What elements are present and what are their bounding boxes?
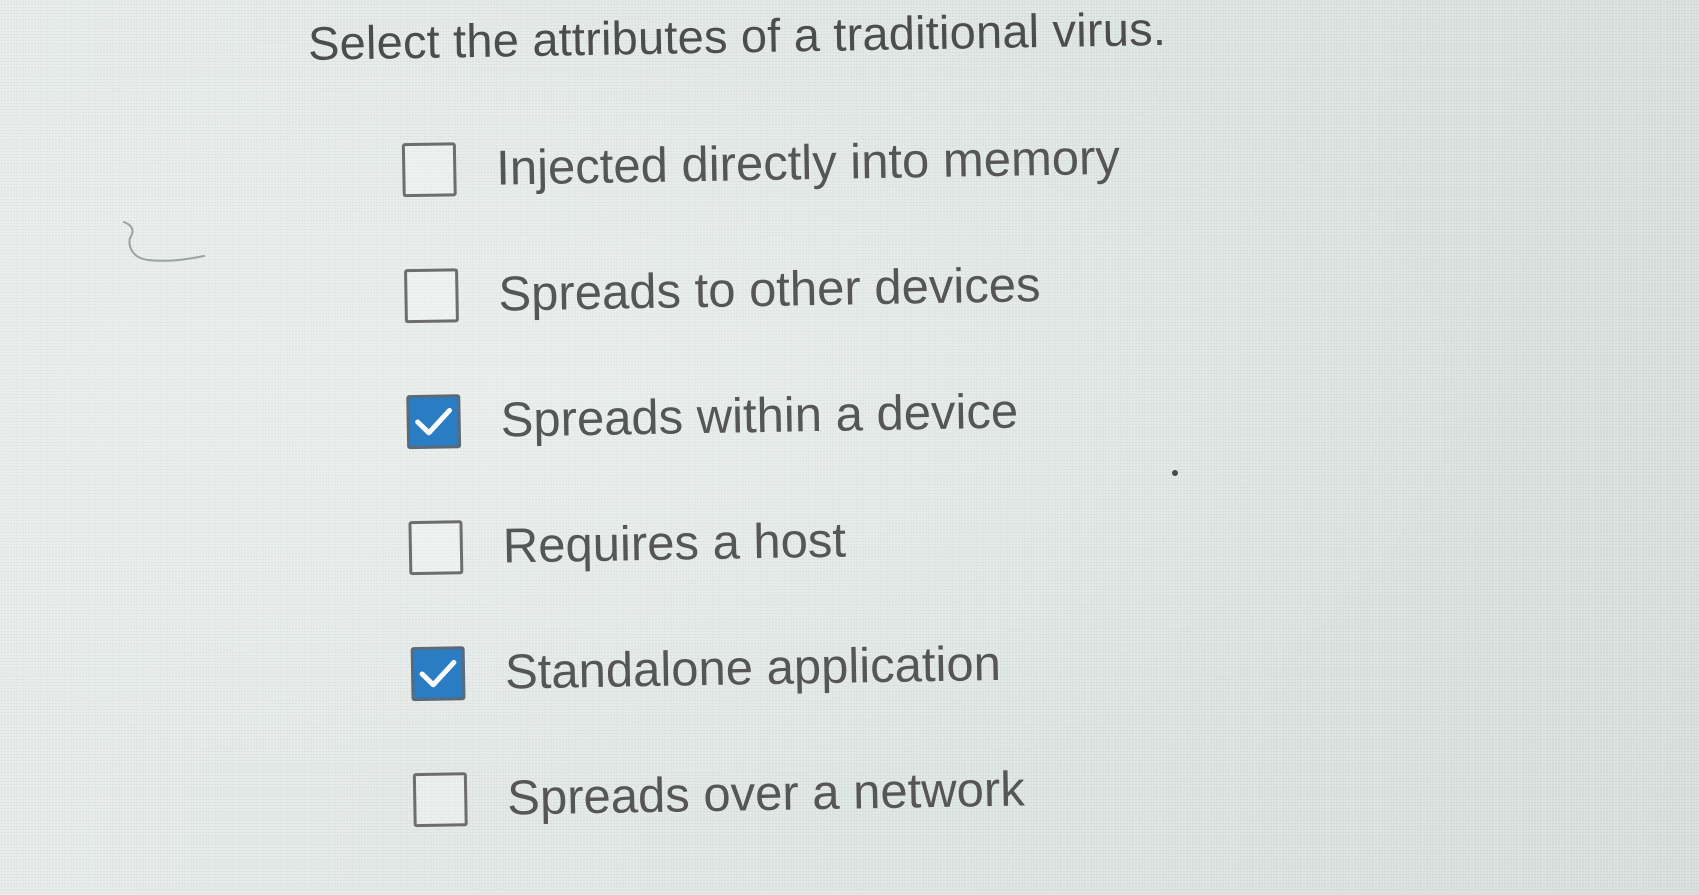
option-label: Standalone application	[504, 636, 1002, 700]
check-icon	[415, 407, 452, 436]
option-checkbox[interactable]	[406, 394, 462, 450]
option-label: Injected directly into memory	[495, 130, 1121, 196]
option-label: Requires a host	[502, 513, 847, 574]
option-row[interactable]: Spreads within a device	[406, 380, 1019, 455]
option-checkbox[interactable]	[408, 520, 464, 576]
option-label: Spreads over a network	[506, 762, 1026, 826]
question-title: Select the attributes of a traditional v…	[307, 1, 1167, 70]
option-checkbox[interactable]	[401, 142, 457, 198]
option-row[interactable]: Spreads to other devices	[404, 253, 1041, 328]
option-checkbox[interactable]	[404, 268, 459, 324]
option-label: Spreads within a device	[500, 384, 1019, 448]
option-row[interactable]: Injected directly into memory	[401, 126, 1121, 203]
option-checkbox[interactable]	[412, 772, 468, 828]
options-list: Injected directly into memory Spreads to…	[401, 121, 1402, 828]
option-checkbox[interactable]	[410, 646, 466, 702]
question-card: Select the attributes of a traditional v…	[0, 0, 1699, 895]
option-row[interactable]: Requires a host	[408, 509, 846, 581]
check-icon	[419, 659, 457, 688]
option-label: Spreads to other devices	[498, 258, 1041, 322]
option-row[interactable]: Standalone application	[410, 632, 1002, 706]
option-row[interactable]: Spreads over a network	[412, 757, 1026, 832]
